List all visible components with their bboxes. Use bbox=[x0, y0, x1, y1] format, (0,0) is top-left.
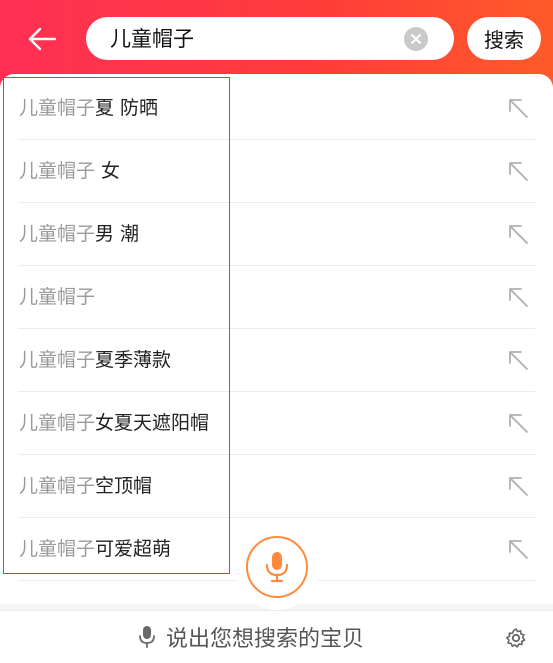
suggestion-suffix: 可爱超萌 bbox=[95, 538, 172, 560]
suggestion-text: 儿童帽子 女 bbox=[19, 159, 120, 183]
arrow-up-left-icon[interactable] bbox=[507, 223, 529, 245]
arrow-up-left-icon[interactable] bbox=[507, 349, 529, 371]
clear-icon bbox=[411, 34, 421, 44]
suggestion-prefix: 儿童帽子 bbox=[19, 286, 96, 308]
search-input[interactable]: 儿童帽子 bbox=[86, 17, 454, 60]
suggestion-prefix: 儿童帽子 bbox=[19, 349, 96, 371]
suggestion-prefix: 儿童帽子 bbox=[19, 160, 96, 182]
suggestion-prefix: 儿童帽子 bbox=[19, 538, 96, 560]
suggestion-item[interactable]: 儿童帽子 女 bbox=[0, 140, 553, 203]
suggestion-suffix: 女夏天遮阳帽 bbox=[95, 412, 210, 434]
suggestion-suffix: 夏季薄款 bbox=[95, 349, 172, 371]
search-button[interactable]: 搜索 bbox=[467, 17, 541, 60]
suggestion-prefix: 儿童帽子 bbox=[19, 475, 96, 497]
arrow-up-left-icon[interactable] bbox=[507, 475, 529, 497]
clear-button[interactable] bbox=[404, 27, 428, 51]
microphone-icon bbox=[265, 552, 289, 583]
voice-search-button[interactable] bbox=[246, 536, 308, 598]
suggestion-text: 儿童帽子 bbox=[19, 285, 95, 309]
suggestion-item[interactable]: 儿童帽子夏季薄款 bbox=[0, 329, 553, 392]
suggestion-prefix: 儿童帽子 bbox=[19, 412, 96, 434]
arrow-left-icon bbox=[28, 27, 57, 51]
suggestion-prefix: 儿童帽子 bbox=[19, 97, 96, 119]
microphone-small-icon bbox=[139, 626, 155, 648]
suggestion-text: 儿童帽子空顶帽 bbox=[19, 474, 152, 498]
arrow-up-left-icon[interactable] bbox=[507, 538, 529, 560]
suggestion-prefix: 儿童帽子 bbox=[19, 223, 96, 245]
suggestion-item[interactable]: 儿童帽子男 潮 bbox=[0, 203, 553, 266]
voice-hint-text: 说出您想搜索的宝贝 bbox=[166, 627, 365, 652]
suggestion-item[interactable]: 儿童帽子空顶帽 bbox=[0, 455, 553, 518]
arrow-up-left-icon[interactable] bbox=[507, 286, 529, 308]
suggestion-text: 儿童帽子夏 防晒 bbox=[19, 96, 158, 120]
back-button[interactable] bbox=[24, 22, 60, 56]
arrow-up-left-icon[interactable] bbox=[507, 160, 529, 182]
arrow-up-left-icon[interactable] bbox=[507, 97, 529, 119]
suggestion-text: 儿童帽子女夏天遮阳帽 bbox=[19, 411, 209, 435]
suggestion-item[interactable]: 儿童帽子 bbox=[0, 266, 553, 329]
suggestion-item[interactable]: 儿童帽子夏 防晒 bbox=[0, 77, 553, 140]
suggestion-text: 儿童帽子可爱超萌 bbox=[19, 537, 171, 561]
suggestion-text: 儿童帽子男 潮 bbox=[19, 222, 139, 246]
voice-bar: 说出您想搜索的宝贝 bbox=[0, 610, 553, 663]
arrow-up-left-icon[interactable] bbox=[507, 412, 529, 434]
suggestion-suffix: 女 bbox=[95, 160, 121, 182]
suggestion-text: 儿童帽子夏季薄款 bbox=[19, 348, 171, 372]
suggestion-suffix: 男 潮 bbox=[95, 223, 140, 245]
gear-icon[interactable] bbox=[505, 627, 527, 649]
suggestion-suffix: 空顶帽 bbox=[95, 475, 153, 497]
search-query[interactable]: 儿童帽子 bbox=[110, 26, 194, 52]
suggestion-item[interactable]: 儿童帽子女夏天遮阳帽 bbox=[0, 392, 553, 455]
suggestion-suffix: 夏 防晒 bbox=[95, 97, 159, 119]
voice-hint[interactable]: 说出您想搜索的宝贝 bbox=[138, 623, 365, 652]
